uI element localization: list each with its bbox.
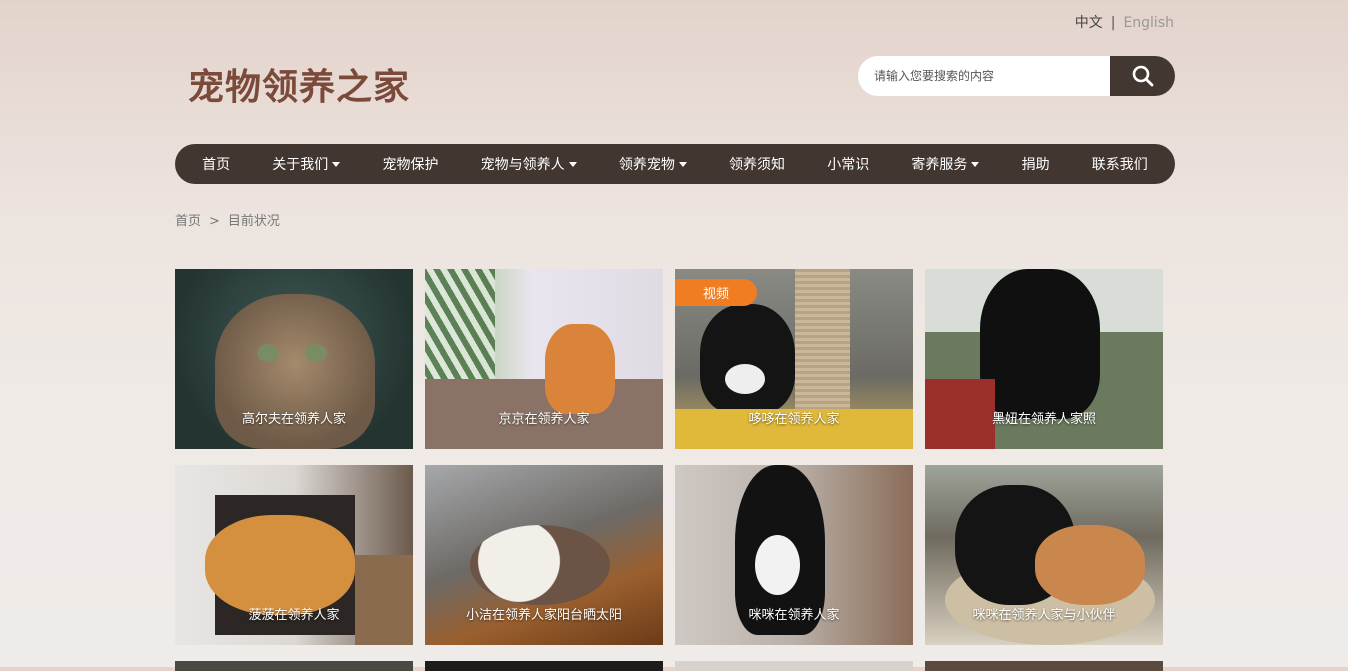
gallery-card-partial[interactable] [425,661,663,671]
gallery-card-partial[interactable] [175,661,413,671]
cat-chest [755,535,800,595]
cat-eye [305,344,327,362]
card-caption: 咪咪在领养人家 [748,608,840,623]
nav-foster[interactable]: 寄养服务 [911,154,980,174]
card-caption: 高尔夫在领养人家 [241,412,346,427]
card-caption: 哆哆在领养人家 [748,412,840,427]
search-button[interactable] [1110,56,1175,96]
nav-protection[interactable]: 宠物保护 [382,154,438,174]
search-input[interactable] [858,56,1110,96]
cat-photo [205,515,355,615]
language-switcher: 中文 | English [1075,12,1174,32]
nav-about[interactable]: 关于我们 [272,154,341,174]
card-caption: 京京在领养人家 [498,412,590,427]
gallery-card[interactable]: 京京在领养人家 [425,269,663,449]
cat-chest [725,364,765,394]
nav-tips[interactable]: 小常识 [827,154,869,174]
caret-down-icon [678,161,687,167]
nav-pets-adopters[interactable]: 宠物与领养人 [481,154,577,174]
search-icon [1132,65,1153,87]
nav-adopt[interactable]: 领养宠物 [619,154,687,174]
nav-about-label: 关于我们 [272,157,329,173]
nav-notice-label: 领养须知 [729,157,786,173]
breadcrumb-current: 目前状况 [227,214,280,229]
gallery-next-row [175,661,1163,671]
nav-contact[interactable]: 联系我们 [1092,154,1148,174]
nav-protection-label: 宠物保护 [382,157,439,173]
pet-gallery: 高尔夫在领养人家 京京在领养人家 视频 哆哆在领养人家 黑妞在领养人家照 菠菠在… [175,269,1163,645]
gallery-card[interactable]: 咪咪在领养人家与小伙伴 [925,465,1163,645]
breadcrumb-separator: > [209,214,220,229]
nav-tips-label: 小常识 [827,157,870,173]
gallery-card-partial[interactable] [925,661,1163,671]
scratching-post [795,269,850,419]
floor [355,555,413,645]
nav-foster-label: 寄养服务 [911,157,968,173]
card-caption: 菠菠在领养人家 [248,608,340,623]
cat-photo [1035,525,1145,605]
nav-home-label: 首页 [202,157,231,173]
cat-photo [980,269,1100,419]
cat-photo [470,525,610,605]
caret-down-icon [568,161,577,167]
gallery-card-partial[interactable] [675,661,913,671]
gallery-card[interactable]: 视频 哆哆在领养人家 [675,269,913,449]
lang-zh-link[interactable]: 中文 [1075,15,1103,31]
lang-separator: | [1110,15,1116,31]
cat-eye [257,344,279,362]
gallery-card[interactable]: 咪咪在领养人家 [675,465,913,645]
video-badge: 视频 [675,279,758,306]
nav-contact-label: 联系我们 [1091,157,1148,173]
nav-adopt-label: 领养宠物 [618,157,675,173]
cat-photo [545,324,615,414]
breadcrumb: 首页 > 目前状况 [175,210,280,229]
main-nav: 首页 关于我们 宠物保护 宠物与领养人 领养宠物 领养须知 小常识 寄养服务 捐… [175,144,1175,184]
nav-home[interactable]: 首页 [202,154,230,174]
card-caption: 咪咪在领养人家与小伙伴 [972,608,1116,623]
nav-donate[interactable]: 捐助 [1022,154,1050,174]
nav-donate-label: 捐助 [1021,157,1050,173]
cat-photo [700,304,795,414]
breadcrumb-home[interactable]: 首页 [175,214,201,229]
gallery-card[interactable]: 菠菠在领养人家 [175,465,413,645]
caret-down-icon [971,161,980,167]
gallery-card[interactable]: 黑妞在领养人家照 [925,269,1163,449]
caret-down-icon [332,161,341,167]
gallery-card[interactable]: 小洁在领养人家阳台晒太阳 [425,465,663,645]
lang-en-link[interactable]: English [1123,15,1174,31]
site-logo[interactable]: 宠物领养之家 [188,58,410,110]
search-bar [858,56,1175,96]
card-caption: 黑妞在领养人家照 [991,412,1096,427]
card-caption: 小洁在领养人家阳台晒太阳 [465,608,622,623]
gallery-card[interactable]: 高尔夫在领养人家 [175,269,413,449]
nav-pets-adopters-label: 宠物与领养人 [480,157,565,173]
nav-notice[interactable]: 领养须知 [729,154,785,174]
